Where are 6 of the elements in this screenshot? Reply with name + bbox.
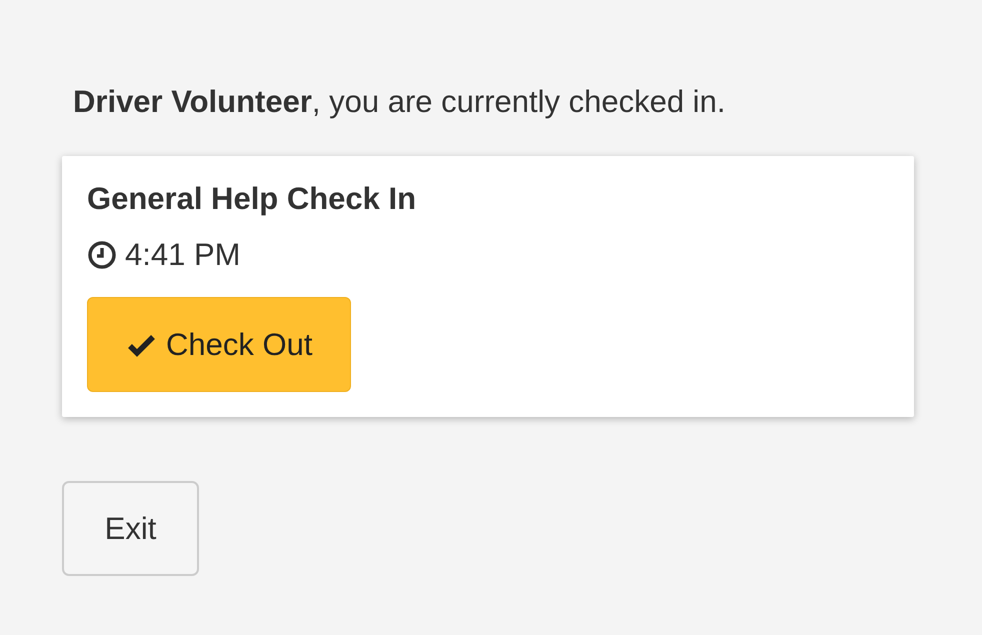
- clock-icon: [87, 240, 117, 270]
- status-message: Driver Volunteer, you are currently checked in.: [73, 83, 726, 121]
- exit-button[interactable]: Exit: [62, 481, 199, 576]
- card-title: General Help Check In: [87, 181, 418, 217]
- check-out-button[interactable]: Check Out: [87, 297, 352, 392]
- checkin-time: 4:41 PM: [125, 237, 240, 273]
